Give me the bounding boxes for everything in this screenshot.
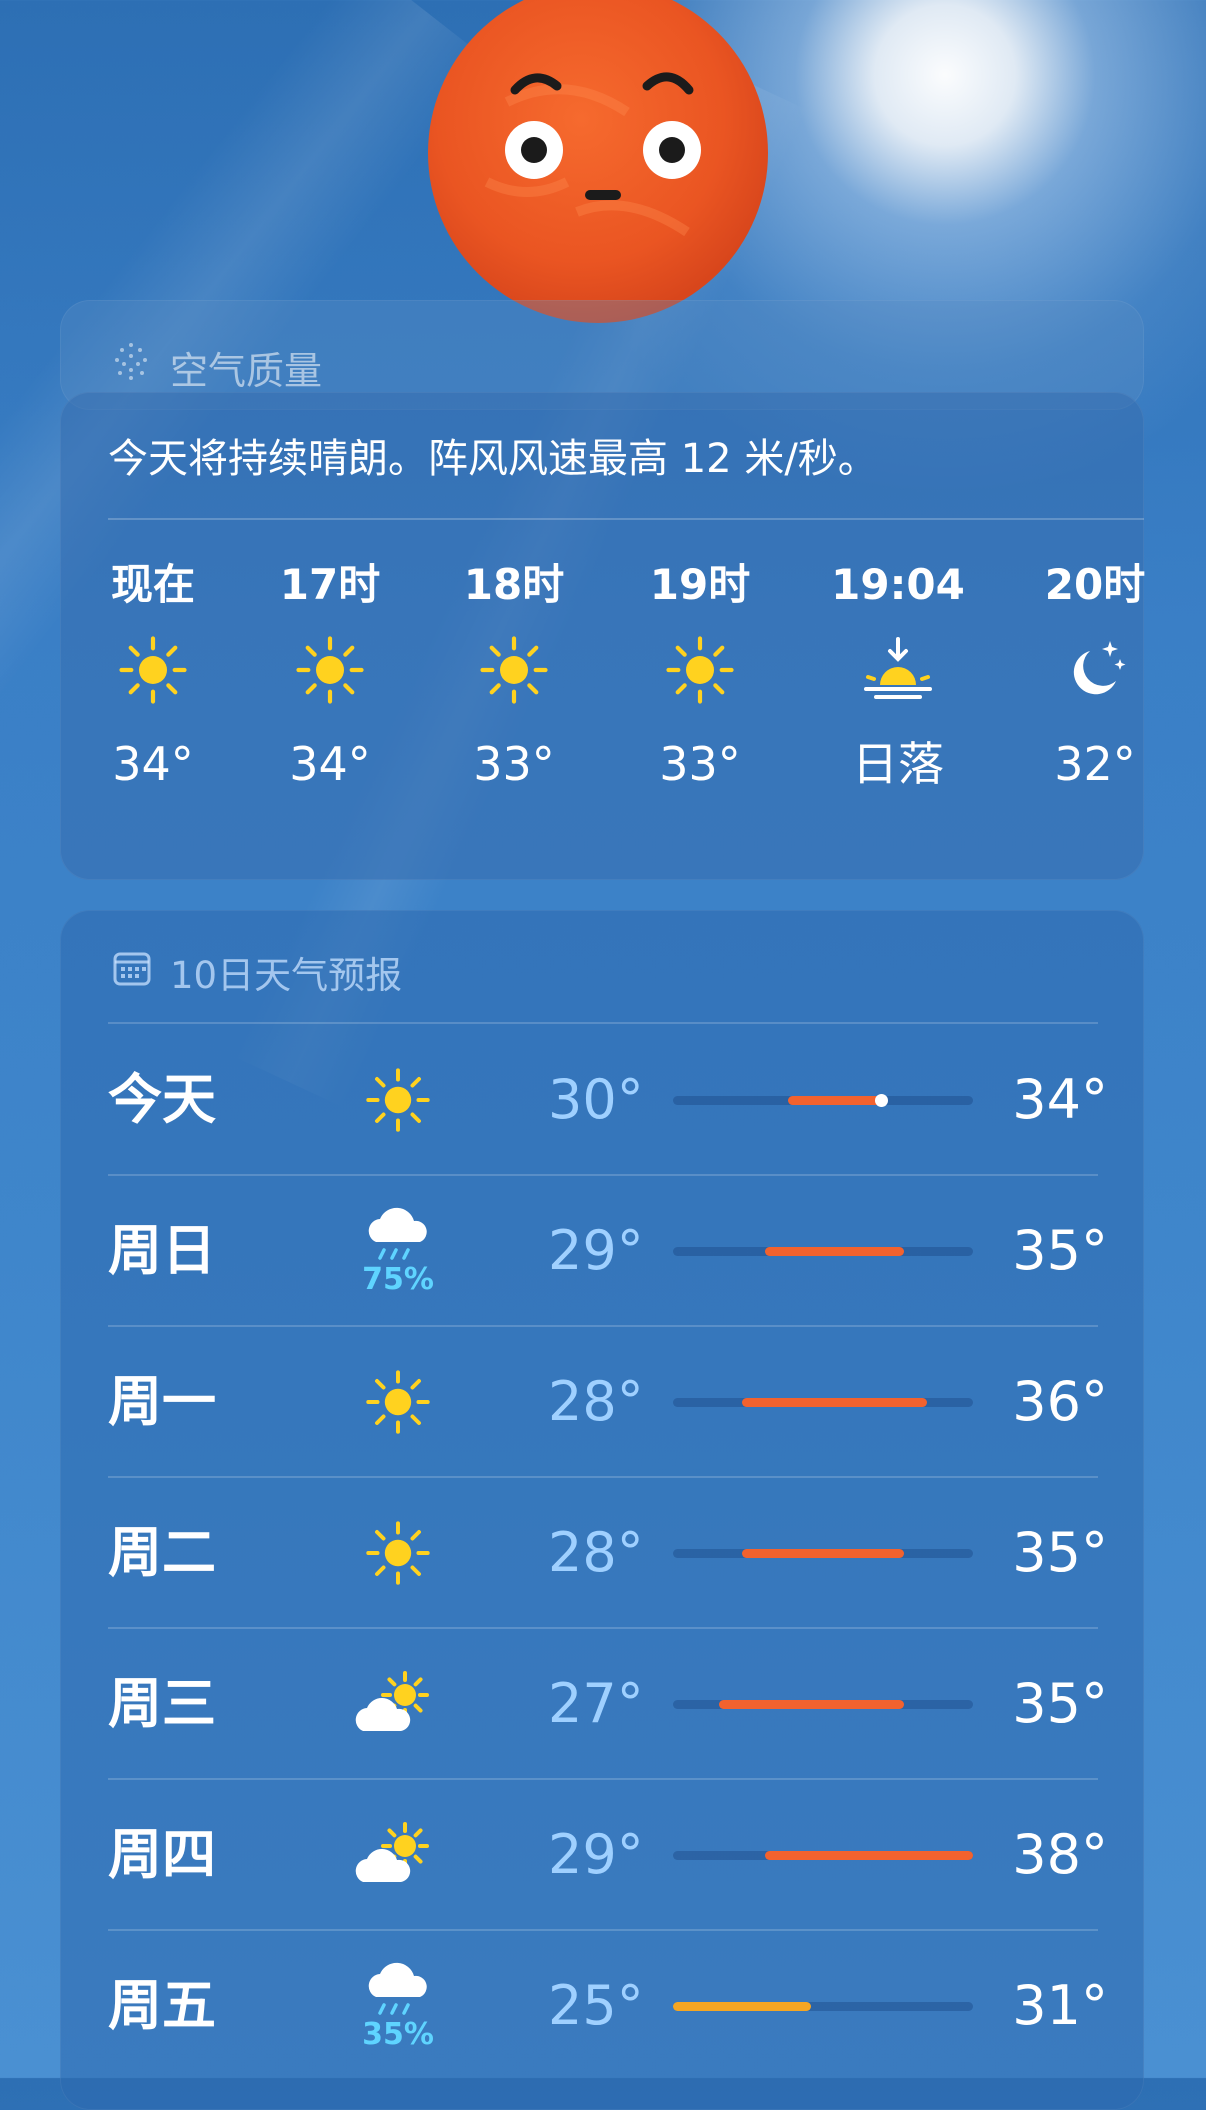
forecast-row[interactable]: 周日 75% 29° 35°	[108, 1175, 1108, 1326]
forecast-row[interactable]: 今天 30° 34°	[108, 1024, 1108, 1175]
hourly-time: 现在	[110, 560, 195, 609]
temp-range-bar	[719, 1700, 904, 1709]
rain-cloud-icon: 35%	[348, 1930, 448, 2081]
hourly-item: 20时 32°	[1005, 555, 1185, 799]
temp-range-bar	[742, 1398, 927, 1407]
precip-chance: 35%	[362, 2017, 434, 2052]
temp-range-track	[673, 1398, 973, 1407]
forecast-high: 35°	[1012, 1521, 1108, 1584]
hourly-temp: 32°	[1054, 737, 1136, 791]
temp-range-track	[673, 1700, 973, 1709]
current-temp-dot	[874, 1094, 888, 1107]
temp-range-track	[673, 1549, 973, 1558]
partly-cloudy-icon	[348, 1779, 448, 1930]
hourly-time: 19:04	[831, 560, 965, 609]
hourly-temp: 34°	[289, 737, 371, 791]
forecast-low: 28°	[548, 1370, 644, 1433]
sun-icon	[348, 1326, 448, 1477]
sun-icon	[63, 615, 243, 725]
temp-range-track	[673, 1247, 973, 1256]
hourly-item: 18时 33°	[424, 555, 604, 799]
forecast-low: 30°	[548, 1068, 644, 1131]
forecast-high: 35°	[1012, 1219, 1108, 1282]
hourly-time: 17时	[279, 560, 381, 609]
forecast-high: 36°	[1012, 1370, 1108, 1433]
forecast-low: 27°	[548, 1672, 644, 1735]
forecast-day: 周日	[108, 1219, 216, 1282]
forecast-day: 周三	[108, 1672, 216, 1735]
precip-chance: 75%	[362, 1262, 434, 1297]
forecast-high: 31°	[1012, 1974, 1108, 2037]
forecast-row[interactable]: 周四 29° 38°	[108, 1779, 1108, 1930]
moon-stars-icon	[1005, 615, 1185, 725]
forecast-row[interactable]: 周一 28° 36°	[108, 1326, 1108, 1477]
forecast-day: 周一	[108, 1370, 216, 1433]
sun-icon	[348, 1477, 448, 1628]
air-quality-label: 空气质量	[170, 349, 323, 393]
hourly-temp: 日落	[852, 737, 944, 791]
sun-icon	[424, 615, 604, 725]
sun-mascot-icon	[428, 0, 768, 323]
forecast-day: 周四	[108, 1823, 216, 1886]
temp-range-bar	[673, 2002, 812, 2011]
forecast-high: 34°	[1012, 1068, 1108, 1131]
temp-range-track	[673, 2002, 973, 2011]
hourly-temp: 33°	[473, 737, 555, 791]
forecast-high: 38°	[1012, 1823, 1108, 1886]
forecast-low: 25°	[548, 1974, 644, 2037]
calendar-icon	[113, 952, 151, 986]
forecast-row[interactable]: 周二 28° 35°	[108, 1477, 1108, 1628]
temp-range-track	[673, 1094, 973, 1107]
forecast-low: 29°	[548, 1823, 644, 1886]
hourly-time: 19时	[649, 560, 751, 609]
sunset-icon	[808, 615, 988, 725]
rain-cloud-icon: 75%	[348, 1175, 448, 1326]
temp-range-bar	[765, 1851, 973, 1860]
forecast-low: 29°	[548, 1219, 644, 1282]
hourly-temp: 34°	[112, 737, 194, 791]
hourly-time: 18时	[463, 560, 565, 609]
hourly-item: 19:04 日落	[808, 555, 988, 799]
hourly-item: 17时 34°	[240, 555, 420, 799]
forecast-day: 周五	[108, 1974, 216, 2037]
forecast-day: 今天	[108, 1068, 216, 1131]
forecast-row[interactable]: 周五 35% 25° 31°	[108, 1930, 1108, 2081]
forecast-row[interactable]: 周三 27° 35°	[108, 1628, 1108, 1779]
sun-icon	[348, 1024, 448, 1175]
hourly-summary: 今天将持续晴朗。阵风风速最高 12 米/秒。	[108, 436, 878, 482]
hourly-temp: 33°	[659, 737, 741, 791]
hourly-item: 19时 33°	[610, 555, 790, 799]
hourly-item: 现在 34°	[63, 555, 243, 799]
hourly-divider	[108, 518, 1144, 520]
partly-cloudy-icon	[348, 1628, 448, 1779]
forecast-high: 35°	[1012, 1672, 1108, 1735]
temp-range-bar	[742, 1549, 904, 1558]
sun-icon	[240, 615, 420, 725]
temp-range-bar	[765, 1247, 904, 1256]
hourly-time: 20时	[1044, 560, 1146, 609]
temp-range-track	[673, 1851, 973, 1860]
forecast-low: 28°	[548, 1521, 644, 1584]
forecast-day: 周二	[108, 1521, 216, 1584]
temp-range-bar	[788, 1096, 881, 1105]
air-quality-icon	[115, 343, 147, 380]
ten-day-forecast-title: 10日天气预报	[170, 954, 403, 997]
sun-icon	[610, 615, 790, 725]
